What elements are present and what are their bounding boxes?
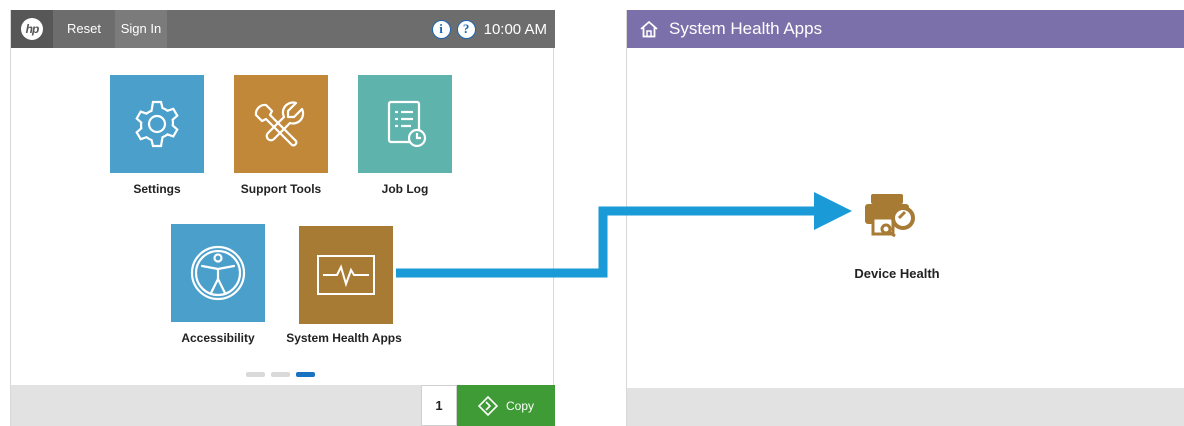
device-health-label: Device Health xyxy=(854,266,940,281)
home-icon[interactable] xyxy=(639,19,659,39)
system-health-apps-screen: System Health Apps Device Health xyxy=(626,10,1184,426)
copy-label: Copy xyxy=(505,398,534,413)
device-health-app[interactable] xyxy=(861,188,919,246)
reset-button[interactable]: Reset xyxy=(53,10,115,48)
job-log-label: Job Log xyxy=(381,182,429,196)
support-tools-tile[interactable] xyxy=(234,75,328,173)
page-dot-active[interactable] xyxy=(296,372,315,377)
page-title: System Health Apps xyxy=(669,19,823,38)
page-indicator[interactable] xyxy=(246,372,315,377)
page-dot[interactable] xyxy=(246,372,265,377)
gear-icon xyxy=(135,100,179,148)
accessibility-icon xyxy=(190,245,246,301)
start-diamond-icon xyxy=(477,395,498,416)
settings-label: Settings xyxy=(133,182,181,196)
copy-quantity-field[interactable]: 1 xyxy=(421,385,457,426)
page-dot[interactable] xyxy=(271,372,290,377)
clock: 10:00 AM xyxy=(483,20,547,38)
printer-home-screen: hp Reset Sign In i ? 10:00 AM Settings S… xyxy=(10,10,555,426)
device-health-icon xyxy=(865,194,915,238)
status-area: i ? 10:00 AM xyxy=(431,10,547,48)
info-icon[interactable]: i xyxy=(431,19,451,39)
bottom-bar xyxy=(627,388,1184,426)
sign-in-button[interactable]: Sign In xyxy=(115,10,167,48)
support-tools-label: Support Tools xyxy=(240,182,322,196)
job-log-icon xyxy=(387,100,427,148)
copy-button[interactable]: Copy xyxy=(457,385,555,426)
hp-logo-mark: hp xyxy=(21,18,43,40)
help-icon[interactable]: ? xyxy=(456,19,476,39)
system-health-apps-label: System Health Apps xyxy=(286,331,402,345)
settings-tile[interactable] xyxy=(110,75,204,173)
health-pulse-icon xyxy=(317,255,375,295)
accessibility-tile[interactable] xyxy=(171,224,265,322)
top-bar: hp Reset Sign In i ? 10:00 AM xyxy=(11,10,555,48)
tools-icon xyxy=(254,101,305,147)
system-health-apps-tile[interactable] xyxy=(299,226,393,324)
header-bar: System Health Apps xyxy=(627,10,1184,48)
hp-logo: hp xyxy=(11,10,53,48)
job-log-tile[interactable] xyxy=(358,75,452,173)
